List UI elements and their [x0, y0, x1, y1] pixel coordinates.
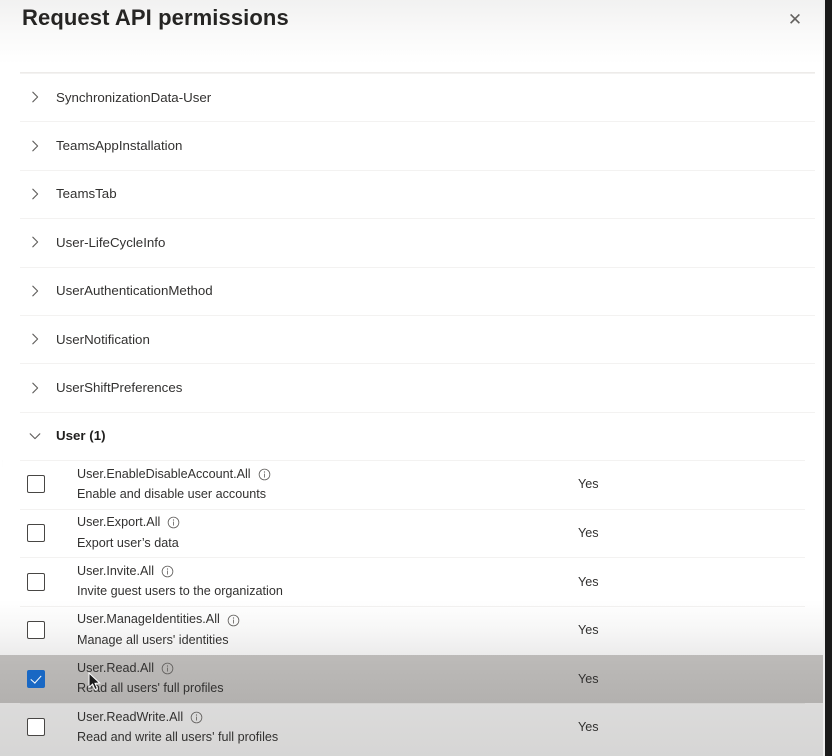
permission-name-line: User.Read.All: [77, 661, 224, 676]
permission-admin-consent: Yes: [578, 671, 599, 686]
permission-admin-consent: Yes: [578, 623, 599, 638]
table-row[interactable]: User.Invite.All Invite guest users to th…: [0, 557, 825, 606]
permission-admin-consent: Yes: [578, 720, 599, 735]
permission-group-label: TeamsTab: [56, 186, 117, 202]
request-api-permissions-dialog: Request API permissions ✕ Synchronizatio…: [0, 0, 832, 756]
permission-name-line: User.ReadWrite.All: [77, 709, 278, 724]
permission-group-row[interactable]: UserAuthenticationMethod: [0, 266, 825, 315]
permission-admin-consent: Yes: [578, 526, 599, 541]
permission-checkbox[interactable]: [27, 669, 45, 688]
permission-name-line: User.EnableDisableAccount.All: [77, 466, 271, 481]
permission-checkbox[interactable]: [27, 718, 45, 737]
permission-group-label: TeamsAppInstallation: [56, 138, 183, 154]
permission-text-block: User.Export.All Export user’s data: [77, 516, 180, 549]
chevron-right-icon: [32, 333, 39, 345]
permission-group-row[interactable]: SynchronizationData-User: [0, 73, 825, 122]
permission-description: Export user’s data: [77, 535, 179, 550]
permission-group-label: UserShiftPreferences: [56, 380, 183, 396]
info-icon[interactable]: [258, 468, 271, 481]
info-icon[interactable]: [161, 565, 174, 578]
permission-name: User.Invite.All: [77, 563, 154, 578]
permission-text-block: User.ManageIdentities.All Manage all use…: [77, 613, 240, 646]
permission-group-row[interactable]: UserShiftPreferences: [0, 363, 825, 412]
permission-group-label: User-LifeCycleInfo: [56, 234, 166, 250]
table-row[interactable]: User.Export.All Export user’s data Yes: [0, 508, 825, 558]
permission-group-row[interactable]: User-LifeCycleInfo: [0, 218, 825, 267]
permission-name: User.ReadWrite.All: [77, 709, 184, 724]
chevron-right-icon: [32, 188, 39, 200]
permission-description: Manage all users' identities: [77, 632, 229, 647]
chevron-right-icon: [32, 237, 39, 248]
info-icon[interactable]: [167, 516, 180, 529]
permission-checkbox[interactable]: [27, 475, 45, 494]
page-title: Request API permissions: [22, 5, 289, 30]
permission-text-block: User.Read.All Read all users' full profi…: [77, 661, 224, 696]
permission-group-label: UserAuthenticationMethod: [56, 283, 213, 299]
dialog-header: Request API permissions ✕: [0, 0, 825, 72]
permission-description: Read and write all users' full profiles: [77, 729, 279, 744]
chevron-right-icon: [32, 140, 39, 151]
permission-admin-consent: Yes: [578, 574, 599, 589]
chevron-right-icon: [32, 382, 39, 393]
permission-text-block: User.Invite.All Invite guest users to th…: [77, 563, 283, 599]
permission-checkbox[interactable]: [27, 621, 45, 640]
permission-group-label: SynchronizationData-User: [56, 89, 212, 105]
window-right-edge: [825, 0, 832, 756]
chevron-right-icon: [32, 285, 39, 297]
permission-group-row[interactable]: TeamsAppInstallation: [0, 121, 825, 170]
permission-name-line: User.Invite.All: [77, 563, 283, 578]
permission-checkbox[interactable]: [27, 572, 45, 591]
permission-text-block: User.EnableDisableAccount.All Enable and…: [77, 466, 271, 501]
permission-checkbox[interactable]: [27, 524, 45, 543]
permission-description: Read all users' full profiles: [77, 681, 224, 696]
permission-name-line: User.Export.All: [77, 516, 180, 529]
table-row[interactable]: User.EnableDisableAccount.All Enable and…: [0, 460, 825, 509]
permission-name: User.EnableDisableAccount.All: [77, 466, 251, 481]
table-row[interactable]: User.ManageIdentities.All Manage all use…: [0, 605, 825, 655]
permission-group-label: UserNotification: [56, 331, 150, 347]
permission-name: User.Export.All: [77, 515, 161, 530]
permission-name: User.ManageIdentities.All: [77, 612, 220, 627]
table-row-selected[interactable]: User.Read.All Read all users' full profi…: [0, 654, 825, 704]
info-icon[interactable]: [190, 711, 203, 724]
table-row[interactable]: User.ReadWrite.All Read and write all us…: [0, 703, 825, 752]
permission-group-row-user-expanded[interactable]: User (1): [0, 411, 825, 461]
chevron-down-icon: [29, 433, 41, 440]
permission-admin-consent: Yes: [578, 477, 599, 492]
close-icon[interactable]: ✕: [782, 6, 808, 32]
permission-group-row[interactable]: TeamsTab: [0, 169, 825, 219]
permission-description: Invite guest users to the organization: [77, 584, 283, 599]
info-icon[interactable]: [227, 614, 240, 627]
info-icon[interactable]: [161, 662, 174, 675]
permission-name: User.Read.All: [77, 661, 154, 676]
permission-text-block: User.ReadWrite.All Read and write all us…: [77, 709, 279, 744]
permission-description: Enable and disable user accounts: [77, 486, 267, 501]
permissions-list: SynchronizationData-User TeamsAppInstall…: [0, 73, 825, 752]
permission-group-label: User (1): [56, 428, 106, 444]
permission-group-row[interactable]: UserNotification: [0, 314, 825, 364]
chevron-right-icon: [32, 91, 39, 103]
permission-name-line: User.ManageIdentities.All: [77, 613, 240, 626]
